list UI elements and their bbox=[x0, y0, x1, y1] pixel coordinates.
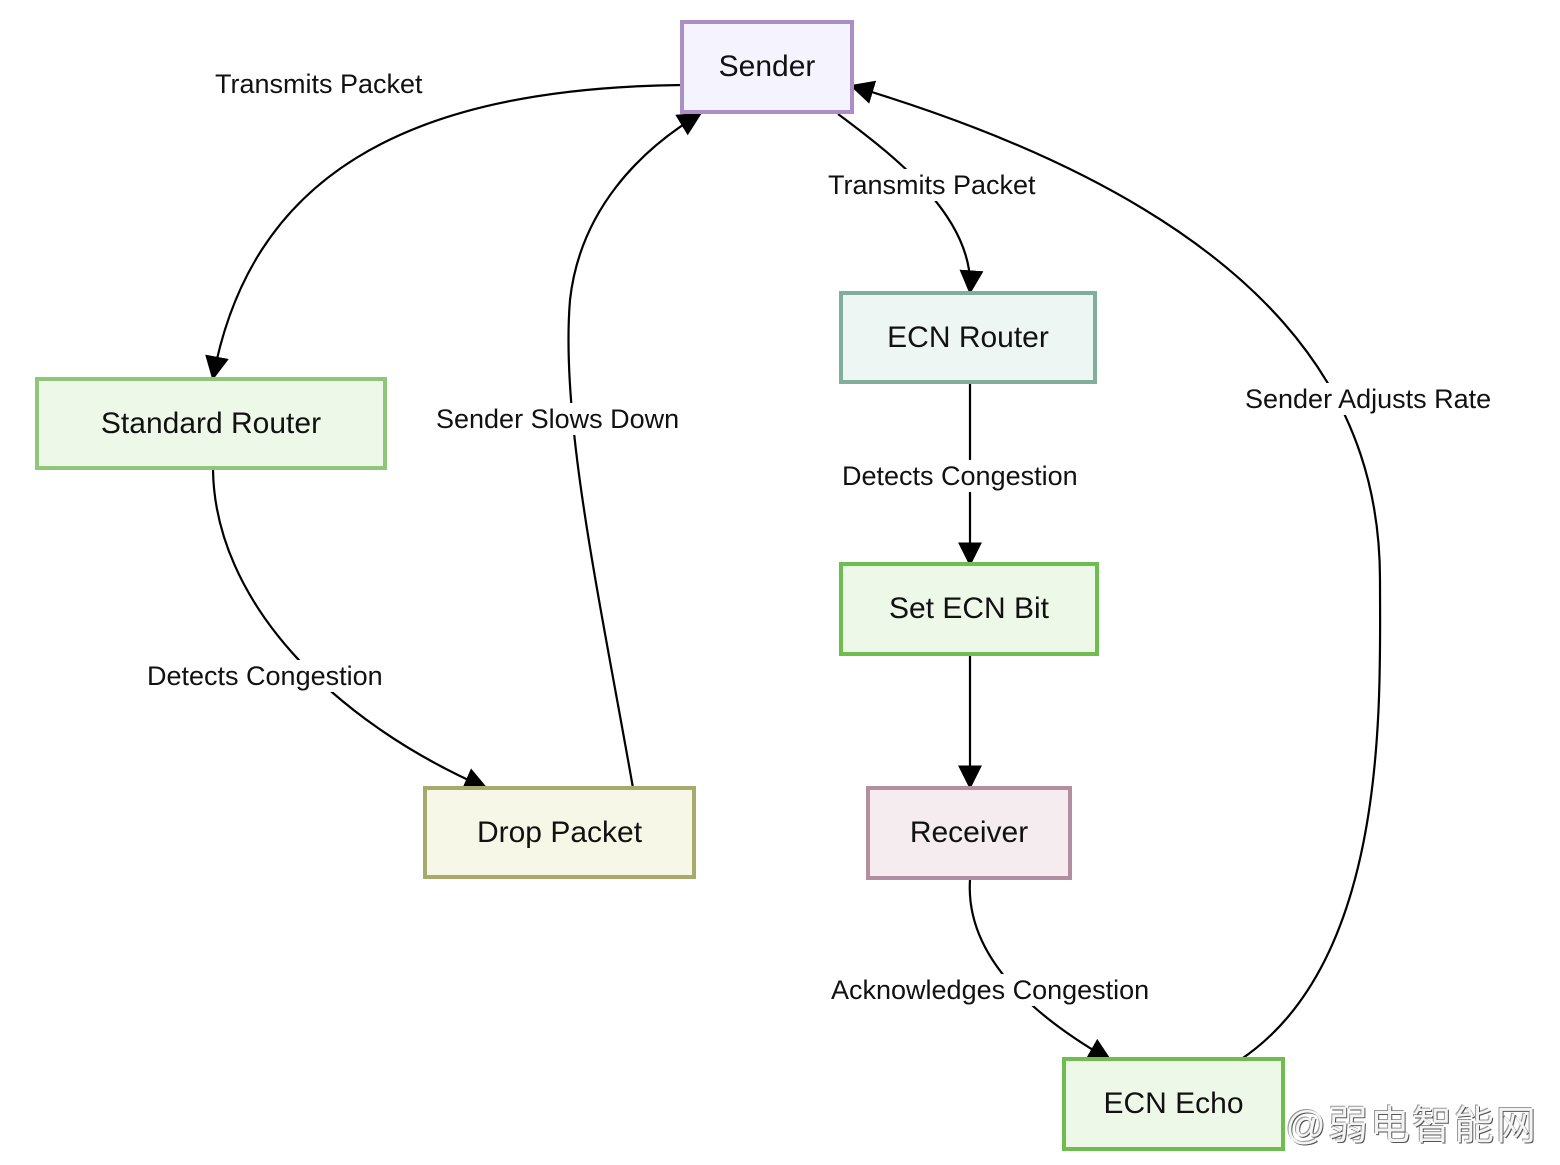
edge-label-receiver-to-echo: Acknowledges Congestion bbox=[829, 974, 1152, 1006]
node-ecn-router-label: ECN Router bbox=[887, 320, 1049, 354]
node-sender-label: Sender bbox=[718, 50, 816, 83]
edge-drop-packet-to-sender bbox=[567, 112, 703, 789]
edge-sender-to-standard-router bbox=[205, 83, 683, 381]
watermark: @弱电智能网 bbox=[1285, 1104, 1538, 1148]
node-ecn-echo[interactable]: ECN Echo bbox=[1062, 1057, 1285, 1151]
node-drop-packet[interactable]: Drop Packet bbox=[423, 786, 696, 879]
edge-standard-router-to-drop-packet bbox=[211, 469, 489, 791]
node-standard-router[interactable]: Standard Router bbox=[35, 377, 387, 470]
node-standard-router-label: Standard Router bbox=[100, 406, 322, 440]
edges-layer bbox=[205, 80, 1382, 1062]
edge-label-echo-to-sender: Sender Adjusts Rate bbox=[1243, 383, 1494, 415]
node-receiver-label: Receiver bbox=[909, 816, 1029, 849]
edge-receiver-to-ecn-echo bbox=[968, 879, 1113, 1062]
node-set-ecn-bit[interactable]: Set ECN Bit bbox=[839, 562, 1099, 656]
node-sender[interactable]: Sender bbox=[680, 20, 854, 114]
edge-label-drop-to-sender: Sender Slows Down bbox=[434, 403, 682, 435]
node-ecn-router[interactable]: ECN Router bbox=[839, 291, 1097, 384]
edge-label-sender-to-ecn: Transmits Packet bbox=[826, 169, 1038, 201]
edge-sender-to-ecn-router bbox=[837, 113, 984, 295]
node-ecn-echo-label: ECN Echo bbox=[1103, 1087, 1244, 1120]
edge-label-sender-to-standard: Transmits Packet bbox=[213, 68, 425, 100]
edge-label-standard-to-drop: Detects Congestion bbox=[145, 660, 385, 692]
node-set-ecn-bit-label: Set ECN Bit bbox=[888, 592, 1050, 625]
node-receiver[interactable]: Receiver bbox=[866, 786, 1072, 880]
edge-label-ecn-to-setbit: Detects Congestion bbox=[840, 460, 1080, 492]
node-drop-packet-label: Drop Packet bbox=[476, 815, 643, 849]
